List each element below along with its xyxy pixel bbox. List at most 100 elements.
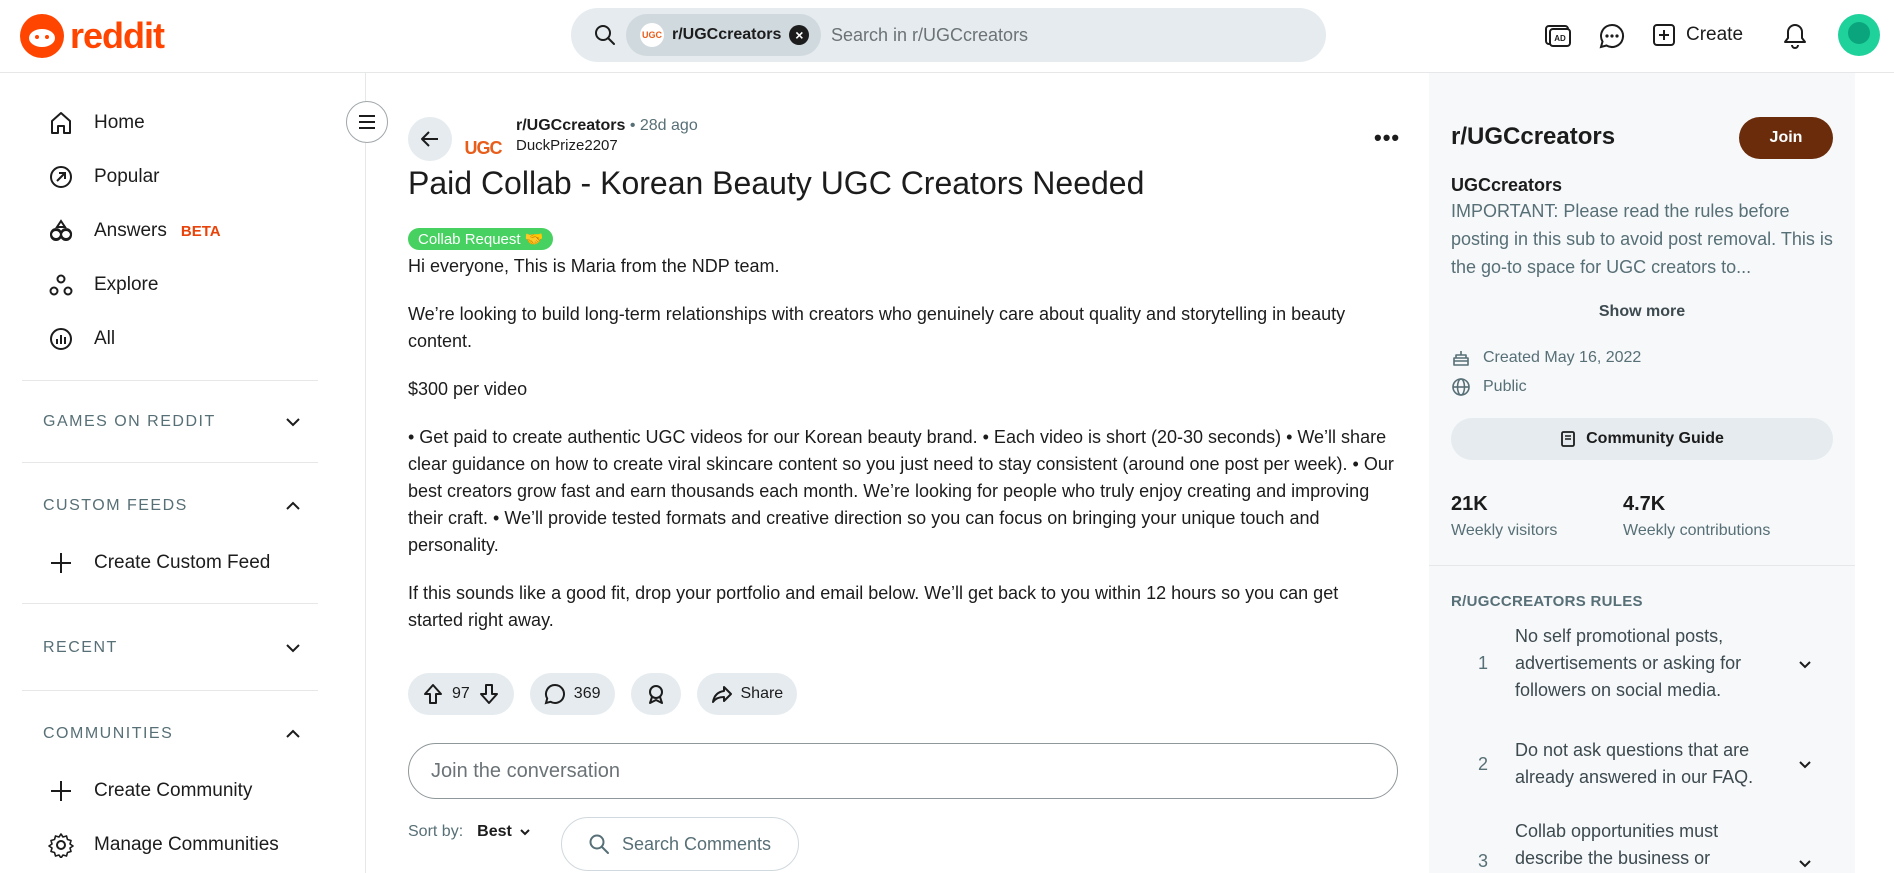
chevron-down-icon <box>286 418 300 427</box>
visibility-label: Public <box>1483 378 1527 395</box>
rule-item[interactable]: 1 No self promotional posts, advertiseme… <box>1451 623 1841 704</box>
post-age: • 28d ago <box>629 117 698 134</box>
section-label: CUSTOM FEEDS <box>43 497 188 514</box>
chevron-up-icon <box>286 501 300 510</box>
comment-icon <box>544 683 565 705</box>
sidebar-item-popular[interactable]: Popular <box>48 156 160 198</box>
sidebar-item-home[interactable]: Home <box>48 102 145 144</box>
show-more-button[interactable]: Show more <box>1451 303 1833 321</box>
subreddit-link[interactable]: r/UGCcreators <box>516 117 625 134</box>
weekly-contributions-label: Weekly contributions <box>1623 522 1771 539</box>
vote-count: 97 <box>452 685 470 702</box>
sidebar-item-answers[interactable]: Answers BETA <box>48 210 221 252</box>
advertise-button[interactable]: AD <box>1538 16 1578 56</box>
close-icon[interactable]: × <box>789 25 810 45</box>
chat-icon <box>1599 23 1624 49</box>
section-custom-feeds[interactable]: CUSTOM FEEDS <box>43 491 303 521</box>
community-title[interactable]: r/UGCcreators <box>1451 123 1615 151</box>
home-icon <box>51 112 71 134</box>
rule-text: Do not ask questions that are already an… <box>1515 740 1754 787</box>
search-icon <box>589 834 609 854</box>
popular-icon <box>50 166 72 188</box>
search-input[interactable] <box>831 21 1291 49</box>
all-icon <box>50 328 72 350</box>
gear-icon <box>48 833 74 858</box>
post-meta: r/UGCcreators • 28d ago DuckPrize2207 <box>516 117 698 154</box>
post-paragraph: Hi everyone, This is Maria from the NDP … <box>408 256 780 276</box>
post-flair[interactable]: Collab Request 🤝 <box>408 228 554 250</box>
search-bar[interactable]: UGC r/UGCcreators × <box>571 8 1326 62</box>
weekly-visitors-stat: 21K Weekly visitors <box>1451 493 1557 540</box>
chat-button[interactable] <box>1592 16 1632 56</box>
manage-communities-button[interactable]: Manage Communities <box>48 824 279 866</box>
chevron-down-icon <box>1785 655 1825 673</box>
notifications-button[interactable] <box>1775 16 1815 56</box>
reddit-snoo-icon <box>20 14 64 58</box>
section-label: GAMES ON REDDIT <box>43 413 216 430</box>
search-scope-chip[interactable]: UGC r/UGCcreators × <box>626 14 822 56</box>
create-button[interactable]: Create <box>1652 14 1743 56</box>
plus-icon <box>51 553 71 573</box>
sidebar-item-label: All <box>94 328 116 349</box>
answers-icon <box>50 219 73 241</box>
chevron-down-icon <box>286 644 300 653</box>
bell-icon <box>1784 24 1806 49</box>
sidebar-item-all[interactable]: All <box>48 318 115 360</box>
section-communities[interactable]: COMMUNITIES <box>43 719 303 749</box>
explore-icon <box>49 274 73 296</box>
sidebar-item-explore[interactable]: Explore <box>48 264 158 306</box>
sort-control: Sort by: Best <box>408 823 532 841</box>
weekly-contributions-value: 4.7K <box>1623 493 1666 515</box>
award-icon <box>648 685 663 704</box>
share-label: Share <box>740 685 784 702</box>
post-main: UGC r/UGCcreators • 28d ago DuckPrize220… <box>366 73 1429 873</box>
award-button[interactable] <box>630 673 681 715</box>
weekly-visitors-label: Weekly visitors <box>1451 522 1558 539</box>
reddit-logo[interactable]: reddit <box>20 14 165 58</box>
post-body: Hi everyone, This is Maria from the NDP … <box>408 253 1398 655</box>
rule-text: Collab opportunities must describe the b… <box>1515 821 1719 868</box>
left-sidebar: Home Popular Answers BETA Explore All GA… <box>0 73 366 873</box>
section-recent[interactable]: RECENT <box>43 633 303 663</box>
search-scope-label: r/UGCcreators <box>672 26 782 43</box>
downvote-icon[interactable] <box>478 683 500 705</box>
post-paragraph: We’re looking to build long-term relatio… <box>408 304 1346 351</box>
community-guide-button[interactable]: Community Guide <box>1451 418 1833 460</box>
comments-button[interactable]: 369 <box>529 673 615 715</box>
chevron-up-icon <box>286 729 300 738</box>
create-custom-feed-button[interactable]: Create Custom Feed <box>48 542 270 584</box>
arrow-left-icon <box>421 131 438 147</box>
top-header: reddit UGC r/UGCcreators × AD Create <box>0 0 1894 73</box>
post-paragraph: $300 per video <box>408 379 528 399</box>
subreddit-avatar[interactable]: UGC <box>460 113 506 159</box>
back-button[interactable] <box>408 117 452 161</box>
svg-text:AD: AD <box>1554 34 1566 43</box>
rule-item[interactable]: 2 Do not ask questions that are already … <box>1451 737 1841 791</box>
chevron-down-icon <box>1785 854 1825 872</box>
share-button[interactable]: Share <box>696 673 798 715</box>
rule-text: No self promotional posts, advertisement… <box>1515 626 1742 700</box>
community-sidebar: r/UGCcreators Join UGCcreators IMPORTANT… <box>1429 73 1855 873</box>
rule-number: 3 <box>1477 851 1488 871</box>
rule-item[interactable]: 3 Collab opportunities must describe the… <box>1451 818 1841 872</box>
join-conversation-input[interactable] <box>408 743 1398 799</box>
sidebar-item-label: Explore <box>94 274 159 295</box>
rules-heading: R/UGCCREATORS RULES <box>1451 593 1643 610</box>
sort-dropdown[interactable]: Best <box>477 823 532 841</box>
user-avatar[interactable] <box>1838 14 1880 56</box>
author-link[interactable]: DuckPrize2207 <box>516 137 698 154</box>
more-options-button[interactable]: ••• <box>1374 125 1400 151</box>
create-label: Create <box>1686 24 1744 45</box>
section-games-on-reddit[interactable]: GAMES ON REDDIT <box>43 407 303 437</box>
plus-square-icon <box>1653 24 1675 46</box>
search-comments-input[interactable]: Search Comments <box>561 817 799 871</box>
create-community-button[interactable]: Create Community <box>48 770 252 812</box>
weekly-contributions-stat: 4.7K Weekly contributions <box>1623 493 1770 540</box>
community-guide-label: Community Guide <box>1586 430 1724 447</box>
join-button[interactable]: Join <box>1739 117 1833 159</box>
community-name: UGCcreators <box>1451 175 1563 195</box>
upvote-icon[interactable] <box>422 683 444 705</box>
search-icon <box>595 25 615 45</box>
divider <box>1429 565 1855 566</box>
comment-count: 369 <box>573 685 601 702</box>
